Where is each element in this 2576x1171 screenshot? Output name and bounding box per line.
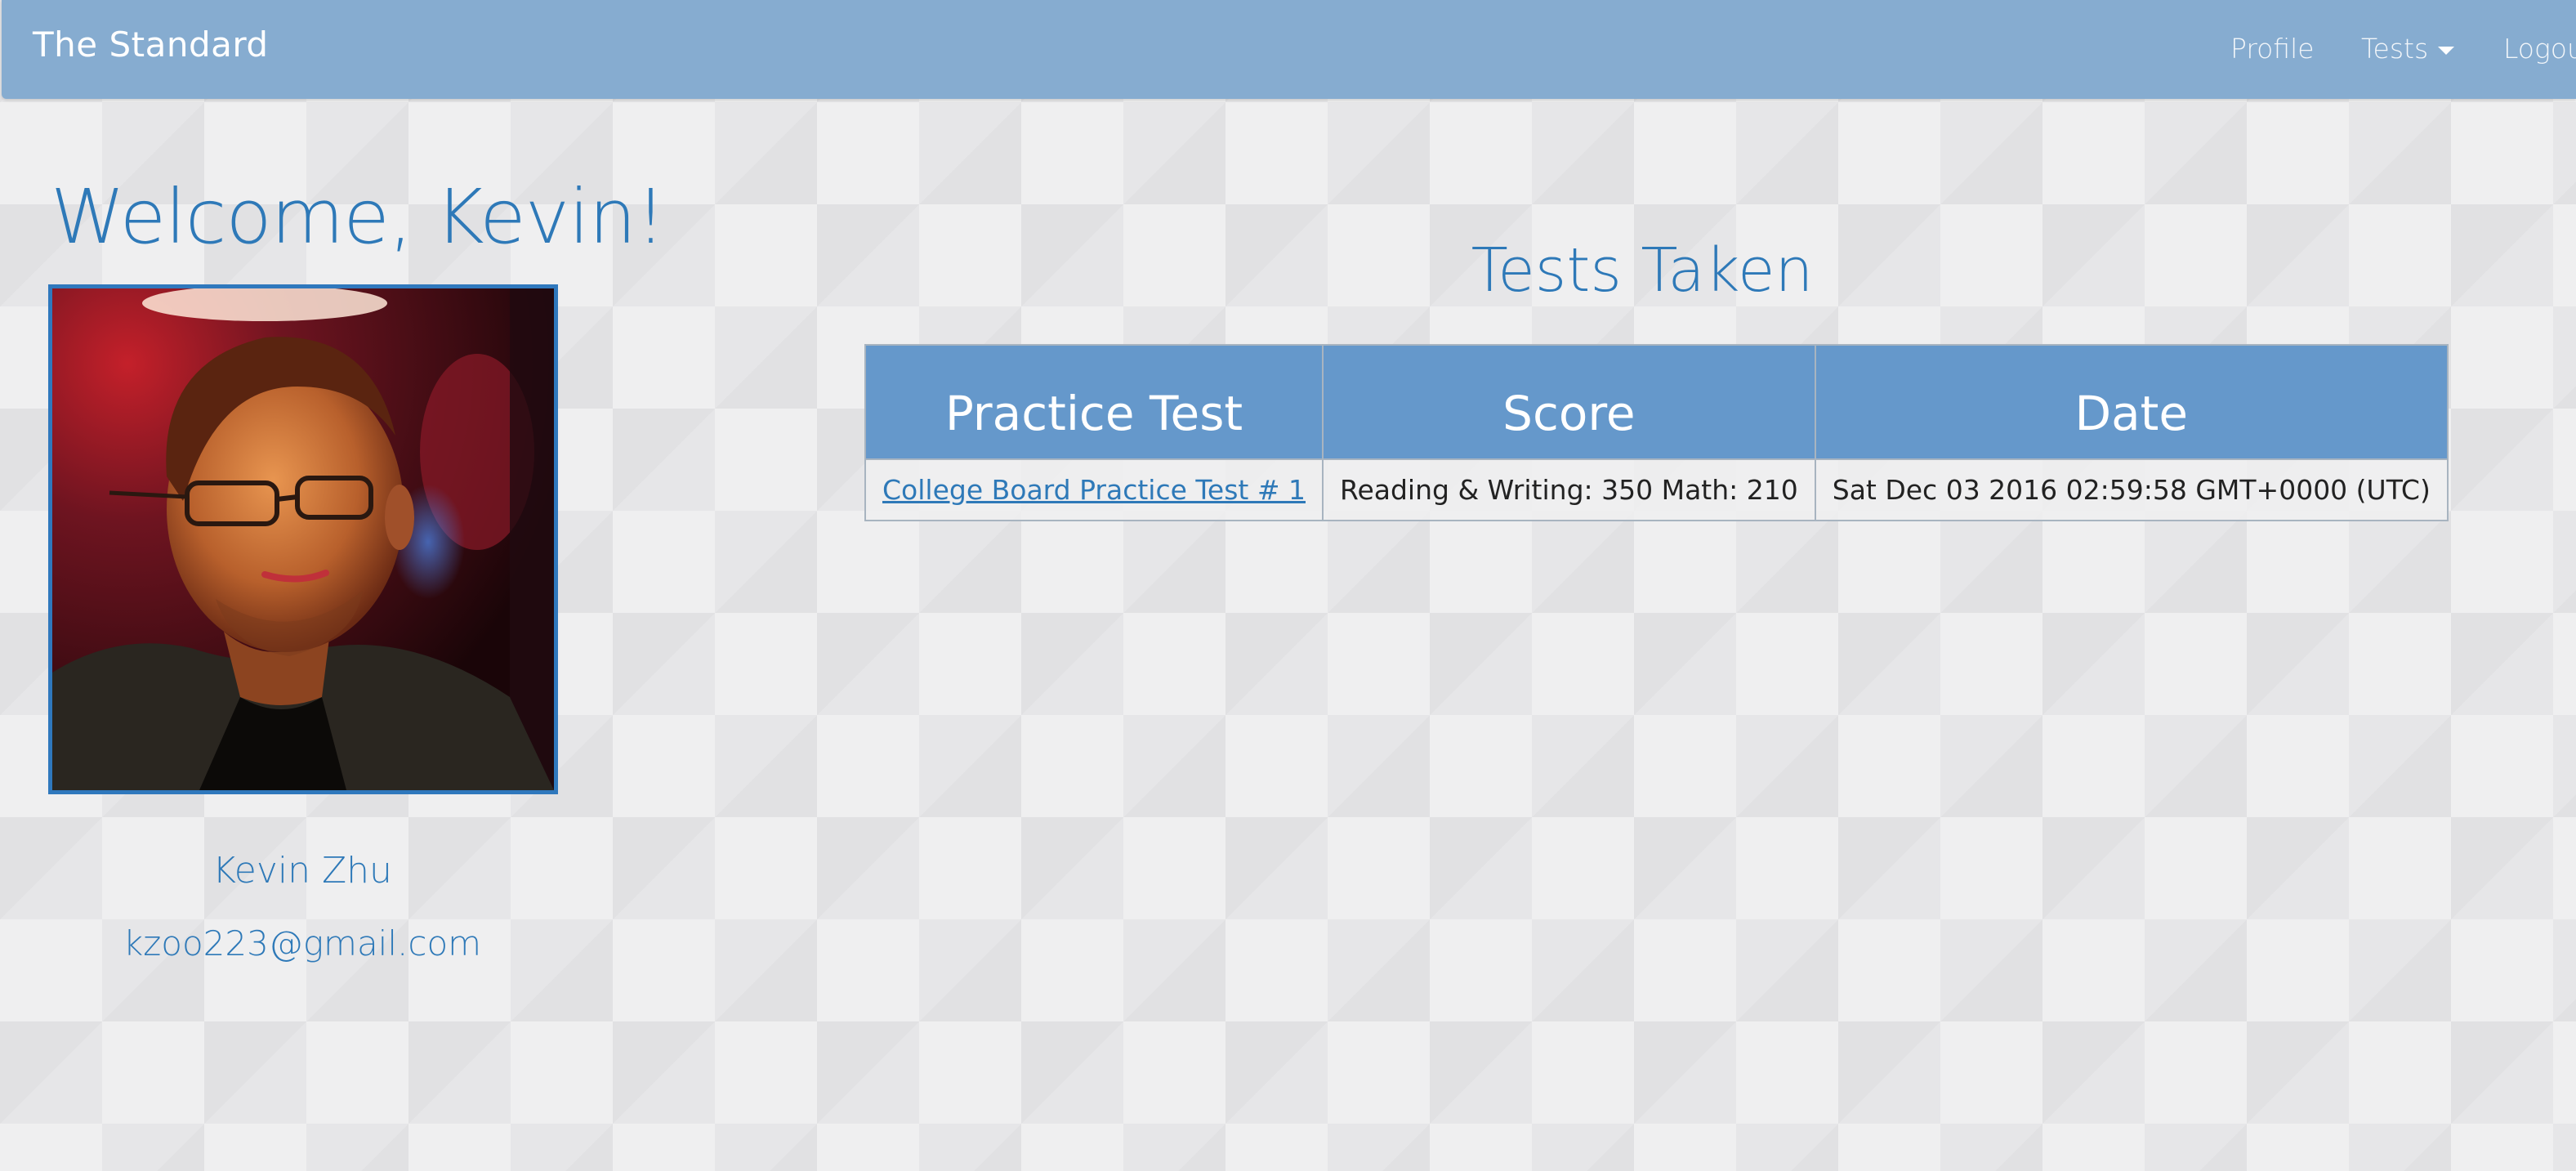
cell-practice-test: College Board Practice Test # 1: [864, 458, 1324, 521]
user-email: kzoo223@gmail.com: [123, 923, 482, 963]
tests-taken-heading: Tests Taken: [1471, 235, 1814, 306]
cell-date: Sat Dec 03 2016 02:59:58 GMT+0000 (UTC): [1814, 458, 2449, 521]
nav-logout-link[interactable]: Logout: [2503, 33, 2576, 65]
nav-profile-link[interactable]: Profile: [2230, 33, 2315, 65]
table-row: College Board Practice Test # 1 Reading …: [864, 458, 2449, 521]
caret-down-icon: [2438, 46, 2455, 55]
avatar-photo: [52, 288, 554, 790]
practice-test-link[interactable]: College Board Practice Test # 1: [882, 474, 1306, 506]
welcome-heading: Welcome, Kevin!: [51, 173, 666, 261]
table-header-row: Practice Test Score Date: [864, 344, 2449, 460]
top-navbar: The Standard Profile Tests Logout: [2, 0, 2576, 99]
avatar: [48, 284, 558, 794]
tests-table: Practice Test Score Date College Board P…: [864, 344, 2449, 521]
user-name: Kevin Zhu: [212, 850, 392, 892]
header-practice-test: Practice Test: [864, 344, 1324, 460]
nav-tests-label: Tests: [2361, 33, 2429, 65]
nav-tests-dropdown[interactable]: Tests: [2361, 33, 2455, 65]
header-date: Date: [1814, 344, 2449, 460]
header-score: Score: [1322, 344, 1816, 460]
cell-score: Reading & Writing: 350 Math: 210: [1322, 458, 1816, 521]
brand-link[interactable]: The Standard: [33, 25, 269, 65]
